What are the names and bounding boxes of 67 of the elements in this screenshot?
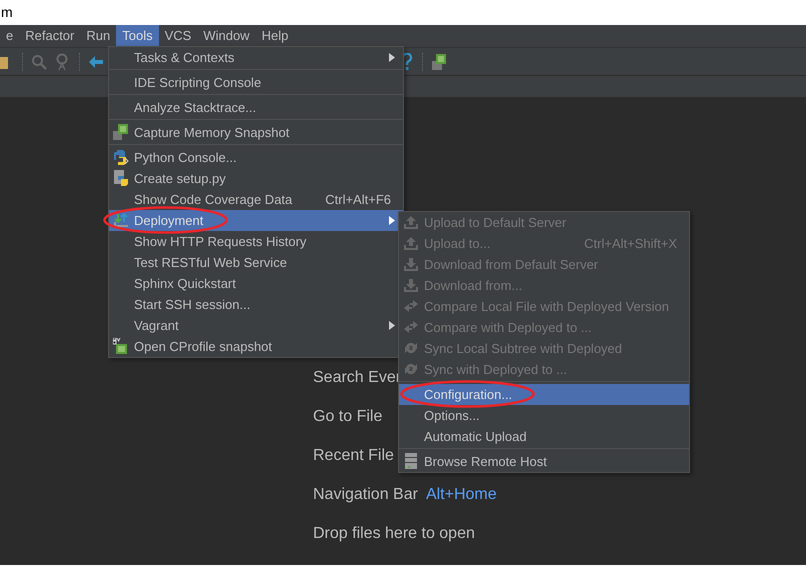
menu-item[interactable]: Help (256, 25, 294, 47)
shortcut-label: Ctrl+Alt+F6 (324, 190, 391, 209)
shortcut-label: Ctrl+Alt+Shift+X (583, 234, 677, 253)
menu-item-label: Automatic Upload (424, 428, 527, 446)
menu-item[interactable]: VCS (158, 25, 198, 47)
welcome-action-label: Drop files here to open (313, 525, 475, 542)
menu-item-label: Analyze Stacktrace... (134, 98, 256, 117)
menu-item-label: Show Code Coverage Data (134, 190, 292, 209)
menu-item-label: Upload to Default Server (424, 214, 566, 232)
memory-snapshot-icon[interactable] (431, 53, 447, 70)
upload-icon (403, 235, 419, 251)
compare-arrows-icon (403, 319, 419, 335)
menu-item-label: Test RESTful Web Service (134, 254, 287, 272)
menu-item[interactable]: IDE Scripting Console (109, 72, 403, 93)
upload-arrows-icon (113, 212, 129, 228)
menu-item-label: Start SSH session... (134, 296, 250, 314)
python-logo-icon (113, 149, 129, 165)
menu-item-label: Deployment (134, 212, 204, 230)
download-icon (403, 256, 419, 272)
menu-item-label: Create setup.py (134, 170, 226, 188)
menu-item-label: Sphinx Quickstart (134, 274, 236, 293)
welcome-action-label: Navigation Bar (313, 486, 418, 503)
memory-chip-icon (113, 124, 129, 140)
server-icon (403, 453, 419, 469)
menu-item[interactable]: Run (80, 25, 116, 47)
menu-item[interactable]: Browse Remote Host (399, 451, 689, 472)
help-icon[interactable] (401, 53, 413, 71)
download-icon (403, 277, 419, 293)
menu-item-label: Download from... (424, 276, 522, 295)
menu-item[interactable]: e (0, 25, 20, 47)
menu-item-label: Browse Remote Host (424, 452, 547, 471)
compare-arrows-icon (403, 298, 419, 314)
menu-item-label: Upload to... (424, 234, 490, 253)
menu-item-label: Show HTTP Requests History (134, 232, 306, 251)
menu-item-label: Tasks & Contexts (134, 48, 234, 67)
menu-item-label: Configuration... (424, 386, 512, 404)
shortcut-label: Alt+Home (426, 486, 497, 503)
menu-item-label: IDE Scripting Console (134, 74, 262, 92)
chip-icon (113, 338, 129, 354)
menu-item-label: Sync Local Subtree with Deployed (424, 340, 622, 358)
menu-item[interactable]: Show Code Coverage Data Ctrl+Alt+F6 (109, 189, 403, 210)
menu-item[interactable]: Create setup.py (109, 168, 403, 189)
sync-icon (403, 340, 419, 356)
menu-item[interactable]: Python Console... (109, 147, 403, 168)
menu-item-label: Compare Local File with Deployed Version (424, 298, 669, 316)
menu-item-label: Download from Default Server (424, 256, 598, 274)
window-title: m (1, 4, 13, 20)
menu-item[interactable]: Automatic Upload (399, 426, 689, 447)
menu-item[interactable]: Options... (399, 405, 689, 426)
menu-item[interactable]: Analyze Stacktrace... (109, 97, 403, 118)
upload-icon (403, 214, 419, 230)
menu-item[interactable]: Refactor (19, 25, 80, 47)
menu-item-label: Capture Memory Snapshot (134, 124, 290, 142)
sync-icon (403, 361, 419, 377)
menu-item-label: Compare with Deployed to ... (424, 318, 592, 337)
menu-item-label: Open CProfile snapshot (134, 338, 272, 356)
menu-item[interactable]: Tools (116, 25, 159, 47)
menu-item[interactable]: Window (197, 25, 256, 47)
welcome-action-label: Recent File (313, 447, 394, 464)
menu-item-label: Options... (424, 406, 480, 425)
menu-item-label: Vagrant (134, 316, 179, 335)
back-arrow-icon[interactable] (88, 54, 104, 68)
menu-item[interactable]: Capture Memory Snapshot (109, 122, 403, 143)
welcome-action-label: Go to File (313, 408, 382, 425)
python-file-icon (113, 170, 129, 186)
menu-item-label: Python Console... (134, 148, 237, 167)
menu-item-label: Sync with Deployed to ... (424, 360, 568, 379)
